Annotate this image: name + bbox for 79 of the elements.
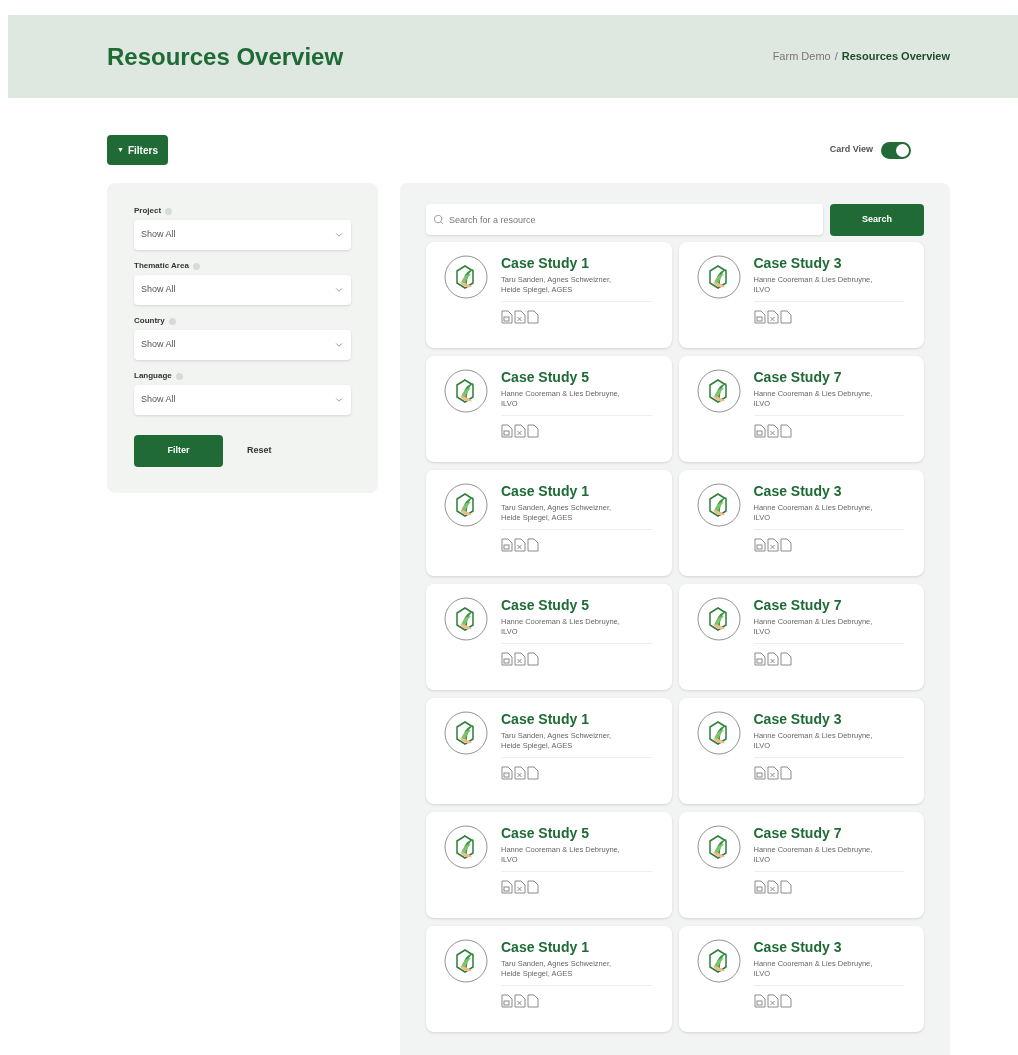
spreadsheet-file-icon[interactable] — [514, 310, 526, 324]
breadcrumb-link[interactable]: Resources Overview — [841, 48, 950, 65]
spreadsheet-file-icon[interactable] — [766, 424, 779, 438]
page-title: Resources Overview — [107, 41, 344, 72]
filter-label: Thematic Area — [134, 260, 189, 272]
spreadsheet-file-icon[interactable] — [514, 880, 526, 894]
leaf-logo-icon — [444, 369, 488, 413]
spreadsheet-file-icon[interactable] — [514, 994, 526, 1008]
breadcrumb-separator: / — [834, 49, 838, 65]
leaf-logo-icon — [696, 711, 741, 755]
spreadsheet-file-icon[interactable] — [766, 766, 779, 780]
card-title: Case Study 1 — [501, 711, 590, 728]
card-title: Case Study 1 — [501, 939, 590, 956]
card-title: Case Study 3 — [753, 483, 843, 500]
filter-dropdown[interactable]: Show All — [134, 385, 351, 415]
card-title: Case Study 3 — [753, 711, 843, 728]
card-view-label: Card View — [829, 143, 873, 157]
filter-dropdown[interactable]: Show All — [134, 275, 351, 305]
document-file-icon[interactable] — [527, 310, 539, 324]
search-field[interactable]: Search for a resource — [426, 204, 823, 235]
chevron-down-icon — [334, 285, 344, 295]
chevron-down-icon — [334, 395, 344, 405]
breadcrumb-link[interactable]: Farm Demo — [772, 48, 831, 65]
document-file-icon[interactable] — [779, 766, 792, 780]
card-title: Case Study 5 — [501, 369, 590, 386]
leaf-logo-icon — [444, 825, 488, 869]
leaf-logo-icon — [444, 597, 488, 641]
spreadsheet-file-icon[interactable] — [514, 424, 526, 438]
document-file-icon[interactable] — [779, 880, 792, 894]
leaf-logo-icon — [696, 939, 741, 983]
document-file-icon[interactable] — [779, 310, 792, 324]
search-icon — [433, 214, 444, 225]
spreadsheet-file-icon[interactable] — [766, 652, 779, 666]
card-title: Case Study 3 — [753, 255, 843, 272]
leaf-logo-icon — [444, 939, 488, 983]
card-view-toggle[interactable] — [881, 141, 911, 159]
spreadsheet-file-icon[interactable] — [766, 310, 779, 324]
leaf-logo-icon — [696, 255, 741, 299]
spreadsheet-file-icon[interactable] — [766, 994, 779, 1008]
leaf-logo-icon — [696, 597, 741, 641]
card-title: Case Study 7 — [753, 369, 843, 386]
spreadsheet-file-icon[interactable] — [514, 538, 526, 552]
card-title: Case Study 5 — [501, 825, 590, 842]
document-file-icon[interactable] — [779, 424, 792, 438]
card-title: Case Study 5 — [501, 597, 590, 614]
leaf-logo-icon — [444, 483, 488, 527]
document-file-icon[interactable] — [527, 652, 539, 666]
spreadsheet-file-icon[interactable] — [514, 652, 526, 666]
filter-dropdown[interactable]: Show All — [134, 220, 351, 250]
card-title: Case Study 3 — [753, 939, 843, 956]
search-button[interactable]: Search — [830, 204, 924, 236]
card-title: Case Study 7 — [753, 825, 843, 842]
filter-button[interactable]: Filter — [134, 435, 223, 467]
document-file-icon[interactable] — [779, 652, 792, 666]
filter-label: Project — [134, 205, 162, 217]
card-title: Case Study 7 — [753, 597, 843, 614]
spreadsheet-file-icon[interactable] — [766, 880, 779, 894]
card-title: Case Study 1 — [501, 483, 590, 500]
leaf-logo-icon — [696, 825, 741, 869]
spreadsheet-file-icon[interactable] — [766, 538, 779, 552]
reset-button[interactable]: Reset — [247, 444, 272, 458]
document-file-icon[interactable] — [779, 538, 792, 552]
card-title: Case Study 1 — [501, 255, 590, 272]
document-file-icon[interactable] — [527, 766, 539, 780]
leaf-logo-icon — [696, 483, 741, 527]
document-file-icon[interactable] — [527, 994, 539, 1008]
document-file-icon[interactable] — [527, 538, 539, 552]
chevron-down-icon — [334, 340, 344, 350]
filter-dropdown[interactable]: Show All — [134, 330, 351, 360]
leaf-logo-icon — [444, 255, 488, 299]
filter-label: Language — [134, 370, 172, 382]
filter-label: Country — [134, 315, 165, 327]
leaf-logo-icon — [696, 369, 741, 413]
document-file-icon[interactable] — [779, 994, 792, 1008]
spreadsheet-file-icon[interactable] — [514, 766, 526, 780]
document-file-icon[interactable] — [527, 880, 539, 894]
chevron-down-icon — [334, 230, 344, 240]
leaf-logo-icon — [444, 711, 488, 755]
document-file-icon[interactable] — [527, 424, 539, 438]
